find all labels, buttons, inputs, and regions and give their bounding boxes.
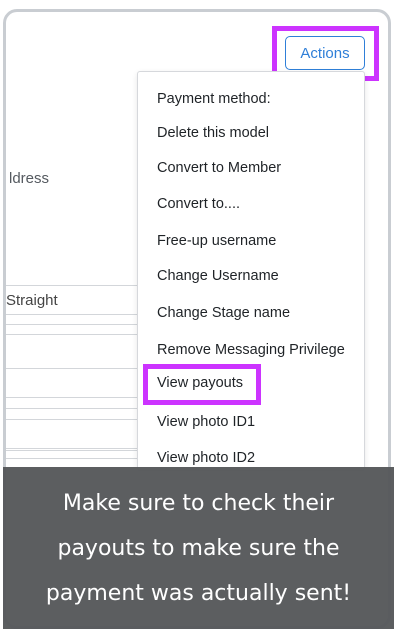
orientation-value: Straight: [6, 292, 58, 309]
view-payouts-highlight: [143, 364, 261, 405]
form-divider: [6, 324, 144, 325]
menu-item-payment-method[interactable]: Payment method:: [157, 91, 271, 107]
form-input-field[interactable]: [6, 419, 146, 449]
tutorial-caption: Make sure to check their payouts to make…: [3, 467, 394, 629]
form-divider: [6, 458, 144, 459]
menu-item-free-up-username[interactable]: Free-up username: [157, 233, 276, 249]
menu-item-view-photo-id1[interactable]: View photo ID1: [157, 414, 255, 430]
address-label-fragment: ldress: [9, 170, 50, 187]
actions-dropdown-menu: Payment method: Delete this model Conver…: [137, 71, 365, 471]
form-divider: [6, 450, 144, 451]
caption-line: payment was actually sent!: [45, 581, 352, 606]
form-input-field[interactable]: [6, 368, 146, 398]
menu-item-change-username[interactable]: Change Username: [157, 268, 279, 284]
menu-item-convert-to[interactable]: Convert to....: [157, 196, 240, 212]
caption-line: Make sure to check their: [62, 491, 335, 516]
orientation-field[interactable]: Straight: [6, 285, 146, 315]
screenshot-frame: ldress Straight Actions Payment method: …: [0, 0, 396, 631]
menu-item-convert-to-member[interactable]: Convert to Member: [157, 160, 281, 176]
caption-line: payouts to make sure the: [57, 536, 340, 561]
menu-item-view-photo-id2[interactable]: View photo ID2: [157, 450, 255, 466]
menu-item-remove-messaging-privilege[interactable]: Remove Messaging Privilege: [157, 342, 345, 358]
form-divider: [6, 408, 144, 409]
menu-item-change-stage-name[interactable]: Change Stage name: [157, 305, 290, 321]
menu-item-delete-model[interactable]: Delete this model: [157, 125, 269, 141]
form-divider: [6, 334, 144, 335]
